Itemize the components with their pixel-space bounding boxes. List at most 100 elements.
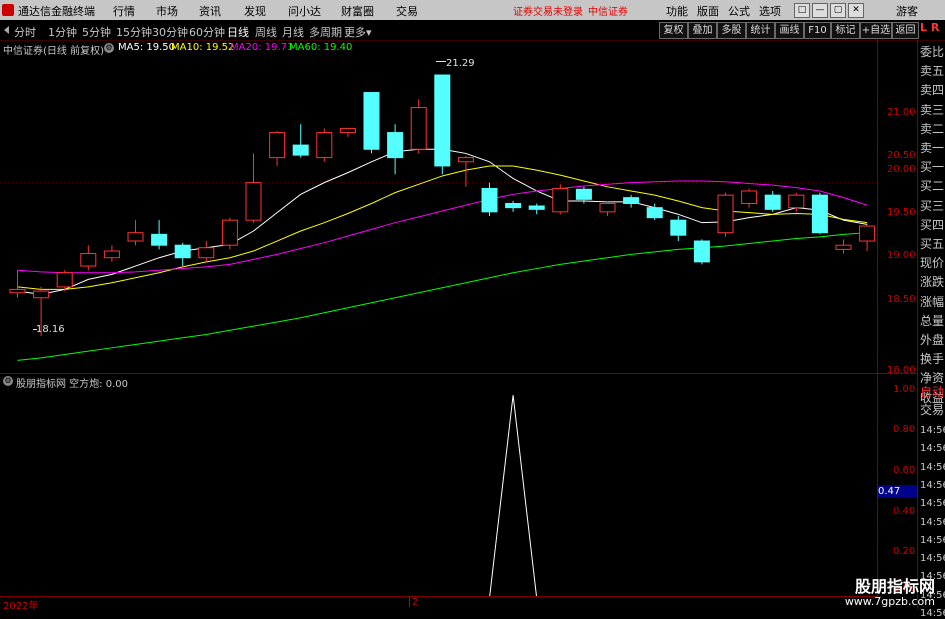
quote-field-label: 换手: [920, 352, 945, 367]
candle-body: [717, 194, 734, 234]
candle-body: [80, 253, 97, 267]
candle-body: [623, 197, 640, 204]
statistics-button[interactable]: 统计: [746, 22, 775, 39]
multi-stock-button[interactable]: 多股: [717, 22, 746, 39]
candle-body: [599, 202, 616, 213]
candle-body: [481, 187, 498, 213]
window-close-icon[interactable]: ✕: [848, 3, 864, 18]
candle-body: [811, 194, 828, 234]
period-fenshi[interactable]: 分时: [14, 24, 36, 40]
candle-body: [434, 74, 451, 167]
trade-label[interactable]: 交易: [920, 403, 945, 417]
candle-body: [292, 144, 309, 156]
period-15min[interactable]: 15分钟: [116, 24, 152, 40]
draw-line-button[interactable]: 画线: [775, 22, 804, 39]
tick-time: 14:56: [920, 608, 945, 619]
candle-body: [363, 92, 380, 150]
window-minimize-icon[interactable]: —: [812, 3, 828, 18]
tick-time: 14:56: [920, 479, 945, 491]
candle-body: [670, 219, 687, 236]
quote-field-label: 总量: [920, 313, 945, 328]
add-watchlist-button[interactable]: +自选: [860, 22, 892, 39]
kline-chart[interactable]: [0, 55, 877, 372]
settings-gear-icon[interactable]: ⚙: [104, 43, 114, 53]
candle-body: [33, 290, 50, 299]
menu-item-gongneng[interactable]: 功能: [666, 3, 688, 19]
period-more[interactable]: 更多▾: [344, 24, 372, 40]
window-restore-icon[interactable]: □: [794, 3, 810, 18]
quote-field-label: 净资: [920, 371, 945, 386]
menu-item-shichang[interactable]: 市场: [156, 3, 178, 19]
quote-field-label: 现价: [920, 256, 945, 271]
sub-y-tick: 0.20: [893, 546, 916, 557]
candle-body: [575, 188, 592, 200]
pane-divider[interactable]: [0, 373, 917, 374]
quote-field-label: 买二: [920, 179, 945, 194]
collapse-left-icon[interactable]: [4, 26, 9, 34]
tick-time: 14:56: [920, 498, 945, 510]
candle-body: [646, 207, 663, 219]
quote-field-label: 卖五: [920, 64, 945, 79]
f10-button[interactable]: F10: [804, 22, 831, 39]
auto-label[interactable]: 自动: [920, 385, 945, 399]
cursor-price-tag: 0.47: [878, 485, 917, 498]
overlay-button[interactable]: 叠加: [688, 22, 717, 39]
candle-body: [387, 132, 404, 159]
candle-body: [528, 205, 545, 210]
candle-body: [457, 157, 474, 163]
period-30min[interactable]: 30分钟: [152, 24, 188, 40]
quote-field-label: 买四: [920, 217, 945, 232]
period-multi[interactable]: 多周期: [309, 24, 342, 40]
period-5min[interactable]: 5分钟: [82, 24, 111, 40]
tick-time: 14:56: [920, 553, 945, 565]
window-maximize-icon[interactable]: ▢: [830, 3, 846, 18]
mark-button[interactable]: 标记: [831, 22, 860, 39]
candle-body: [269, 132, 286, 159]
quote-field-label: 卖二: [920, 121, 945, 136]
y-tick: 20.50: [887, 150, 916, 161]
broker-name: 中信证券: [588, 7, 628, 18]
low-price-label: 18.16: [36, 324, 65, 335]
menu-item-wenxiaoda[interactable]: 问小达: [288, 3, 321, 19]
period-weekly[interactable]: 周线: [255, 24, 277, 40]
app-title: 通达信金融终端: [18, 5, 95, 18]
x-axis-border: [0, 596, 877, 597]
period-daily[interactable]: 日线: [227, 24, 249, 40]
lr-corner-badge[interactable]: L R: [920, 21, 939, 34]
sub-y-tick: 1.00: [893, 384, 916, 395]
menu-item-faxian[interactable]: 发现: [244, 3, 266, 19]
candle-body: [552, 187, 569, 213]
quote-field-label: 卖一: [920, 141, 945, 155]
candle-body: [505, 202, 522, 209]
quote-field-label: 涨跌: [920, 275, 945, 290]
menu-item-jiaoyi[interactable]: 交易: [396, 3, 418, 19]
menu-item-caifuquan[interactable]: 财富圈: [341, 3, 374, 19]
watermark-url: www.7gpzb.com: [844, 595, 935, 608]
period-1min[interactable]: 1分钟: [48, 24, 77, 40]
candle-body: [174, 244, 191, 259]
menu-item-hangqing[interactable]: 行情: [113, 3, 135, 19]
candle-body: [741, 190, 758, 204]
quote-field-label: 买一: [920, 160, 945, 175]
menu-item-gongshi[interactable]: 公式: [728, 3, 750, 19]
trade-login-warning[interactable]: 证券交易未登录: [513, 3, 583, 18]
quote-field-label: 卖三: [920, 102, 945, 117]
period-monthly[interactable]: 月线: [282, 24, 304, 40]
watermark-title: 股朋指标网: [854, 577, 935, 596]
candle-body: [316, 132, 333, 159]
candle-body: [103, 250, 120, 259]
fuquan-button[interactable]: 复权: [659, 22, 688, 39]
candle-body: [764, 194, 781, 210]
back-button[interactable]: 返回: [892, 22, 919, 39]
y-tick: 19.00: [887, 250, 916, 261]
x-tick-mark: [409, 597, 410, 607]
indicator-chart[interactable]: [0, 375, 877, 596]
tick-time: 14:56: [920, 516, 945, 528]
period-60min[interactable]: 60分钟: [189, 24, 225, 40]
tick-time: 14:56: [920, 425, 945, 436]
guest-label[interactable]: 游客: [896, 3, 918, 19]
candle-body: [693, 240, 710, 263]
menu-item-xuanxiang[interactable]: 选项: [759, 3, 781, 19]
menu-item-zixun[interactable]: 资讯: [199, 3, 221, 19]
menu-item-banmian[interactable]: 版面: [697, 3, 719, 19]
